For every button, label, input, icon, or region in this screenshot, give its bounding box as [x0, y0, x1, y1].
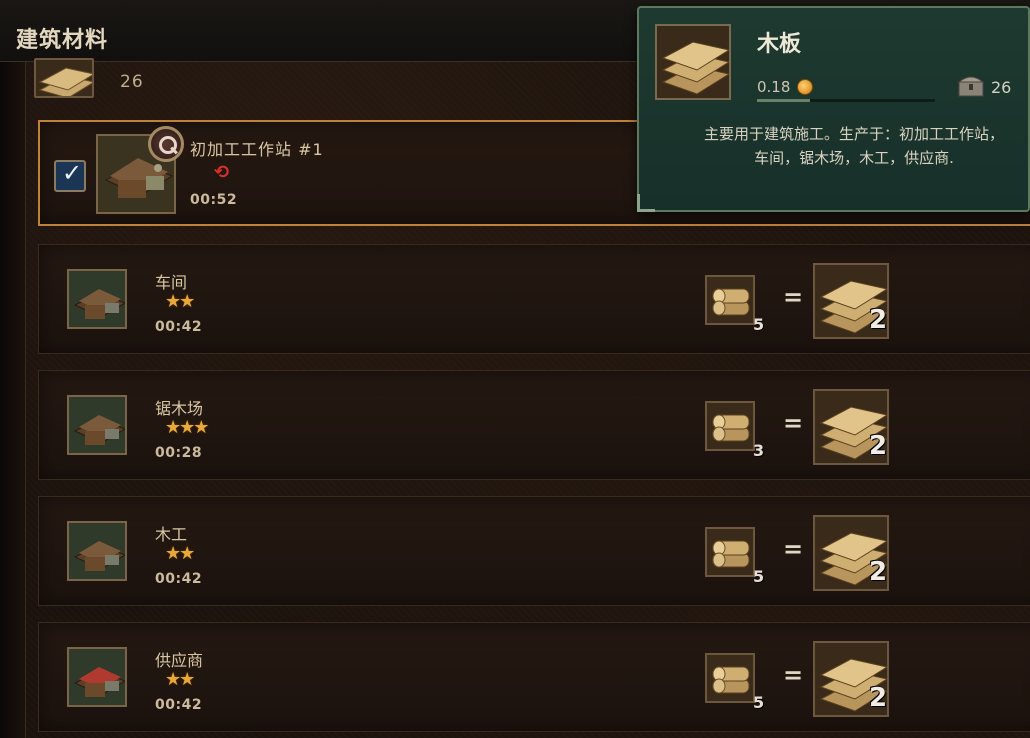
- star-rating: ★★: [165, 291, 195, 312]
- station-checkbox[interactable]: ✓: [54, 159, 86, 192]
- left-rail: [0, 60, 26, 738]
- production-time: 00:42: [155, 697, 203, 713]
- logs-icon: [705, 653, 755, 703]
- station-time: 00:52: [190, 192, 238, 208]
- output-quantity: 2: [869, 305, 888, 335]
- recipe-row[interactable]: 锯木场 ★★★ 00:28 3 = 2: [38, 370, 1030, 480]
- output-quantity: 2: [869, 683, 888, 713]
- price-bar-fill: [757, 99, 811, 102]
- recipe-row[interactable]: 车间 ★★ 00:42 5 = 2: [38, 244, 1030, 354]
- input-quantity: 5: [753, 315, 765, 334]
- tooltip-stock: 26: [991, 78, 1012, 97]
- input-quantity: 5: [753, 567, 765, 586]
- building-image[interactable]: [67, 269, 127, 329]
- building-image[interactable]: [67, 647, 127, 707]
- logs-icon: [705, 527, 755, 577]
- building-image[interactable]: [67, 395, 127, 455]
- coin-icon: [797, 79, 813, 95]
- star-rating: ★★★: [165, 417, 209, 438]
- tooltip-price: 0.18: [757, 78, 791, 96]
- red-swirl-icon: ⟲: [214, 162, 230, 183]
- recipe-row[interactable]: 供应商 ★★ 00:42 5 = 2: [38, 622, 1030, 732]
- building-name: 锯木场: [155, 399, 204, 418]
- output-quantity: 2: [869, 557, 888, 587]
- tooltip-corner-decoration: [637, 194, 655, 212]
- tooltip-title: 木板: [757, 32, 802, 57]
- recipe-row[interactable]: 木工 ★★ 00:42 5 = 2: [38, 496, 1030, 606]
- check-icon: ✓: [62, 159, 83, 187]
- building-name: 木工: [155, 525, 188, 544]
- planks-icon: [34, 58, 94, 98]
- production-time: 00:42: [155, 319, 203, 335]
- page-title: 建筑材料: [16, 28, 109, 53]
- chest-icon: [957, 72, 985, 98]
- building-name: 车间: [155, 273, 188, 292]
- planks-icon: [655, 24, 731, 100]
- equals-sign: =: [783, 409, 804, 437]
- input-quantity: 3: [753, 441, 765, 460]
- production-time: 00:42: [155, 571, 203, 587]
- logs-icon: [705, 401, 755, 451]
- magnifier-icon[interactable]: [148, 126, 184, 162]
- item-tooltip: 木板 0.18 26 主要用于建筑施工。生产于：初加工工作站，车间，锯木场，木工…: [637, 6, 1030, 212]
- price-bar: [757, 99, 935, 102]
- top-count: 26: [120, 72, 144, 92]
- input-quantity: 5: [753, 693, 765, 712]
- production-time: 00:28: [155, 445, 203, 461]
- building-image[interactable]: [67, 521, 127, 581]
- output-quantity: 2: [869, 431, 888, 461]
- tooltip-description: 主要用于建筑施工。生产于：初加工工作站，车间，锯木场，木工，供应商.: [703, 125, 1004, 167]
- station-name: 初加工工作站 #1: [190, 140, 324, 159]
- star-rating: ★★: [165, 669, 195, 690]
- logs-icon: [705, 275, 755, 325]
- star-rating: ★★: [165, 543, 195, 564]
- equals-sign: =: [783, 283, 804, 311]
- equals-sign: =: [783, 535, 804, 563]
- equals-sign: =: [783, 661, 804, 689]
- building-name: 供应商: [155, 651, 204, 670]
